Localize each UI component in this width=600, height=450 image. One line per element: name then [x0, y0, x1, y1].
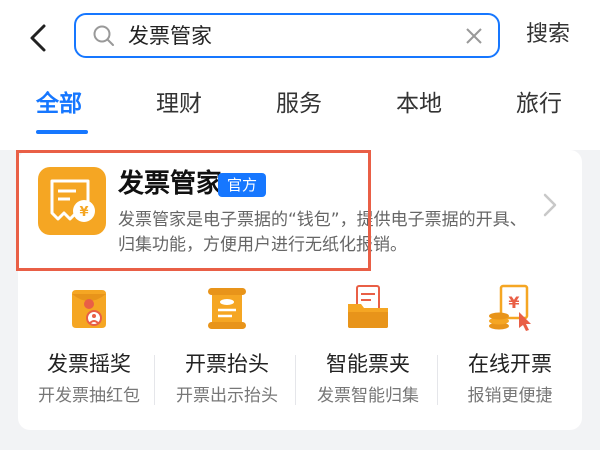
search-box[interactable]: 发票管家 [74, 13, 500, 58]
divider [154, 355, 155, 405]
active-tab-indicator [36, 130, 88, 134]
app-description: 发票管家是电子票据的“钱包”，提供电子票据的开具、归集功能，方便用户进行无纸化报… [118, 210, 527, 255]
close-icon[interactable] [462, 24, 486, 48]
yen-document-icon: ¥ [489, 284, 531, 331]
tab-all[interactable]: 全部 [36, 86, 82, 122]
divider [295, 355, 296, 405]
divider [437, 355, 438, 405]
service-invoice-title[interactable]: 开票抬头 开票出示抬头 [164, 280, 290, 410]
receipt-folder-icon [348, 285, 388, 328]
svg-text:¥: ¥ [79, 205, 88, 220]
service-subtitle: 发票智能归集 [317, 386, 419, 406]
service-subtitle: 开票出示抬头 [176, 386, 278, 406]
service-name: 智能票夹 [326, 352, 410, 376]
search-input[interactable]: 发票管家 [128, 23, 212, 49]
tab-services[interactable]: 服务 [276, 86, 322, 122]
service-invoice-lottery[interactable]: 发票摇奖 开发票抽红包 [26, 280, 152, 410]
service-subtitle: 报销更便捷 [467, 386, 553, 406]
invoice-yen-icon: ¥ [38, 167, 106, 235]
service-name: 开票抬头 [185, 352, 269, 376]
app-name: 发票管家 [118, 169, 223, 199]
svg-text:¥: ¥ [508, 293, 519, 312]
back-arrow-icon[interactable] [22, 20, 58, 56]
service-online-invoicing[interactable]: ¥ 在线开票 报销更便捷 [447, 280, 573, 410]
chevron-right-icon[interactable] [542, 192, 558, 218]
service-subtitle: 开发票抽红包 [38, 386, 140, 406]
tab-local[interactable]: 本地 [396, 86, 442, 122]
search-icon [93, 25, 114, 46]
tab-finance[interactable]: 理财 [156, 86, 202, 122]
service-name: 在线开票 [468, 352, 552, 376]
tab-travel[interactable]: 旅行 [516, 86, 562, 122]
scroll-icon [208, 288, 246, 329]
search-button[interactable]: 搜索 [526, 20, 570, 50]
result-card[interactable]: ¥ 发票管家 官方 发票管家是电子票据的“钱包”，提供电子票据的开具、归集功能，… [18, 150, 582, 430]
service-name: 发票摇奖 [47, 352, 131, 376]
service-smart-folder[interactable]: 智能票夹 发票智能归集 [305, 280, 431, 410]
red-envelope-icon [72, 290, 106, 328]
top-bar: 发票管家 搜索 全部 理财 服务 本地 旅行 [0, 0, 600, 150]
official-badge: 官方 [218, 173, 266, 197]
